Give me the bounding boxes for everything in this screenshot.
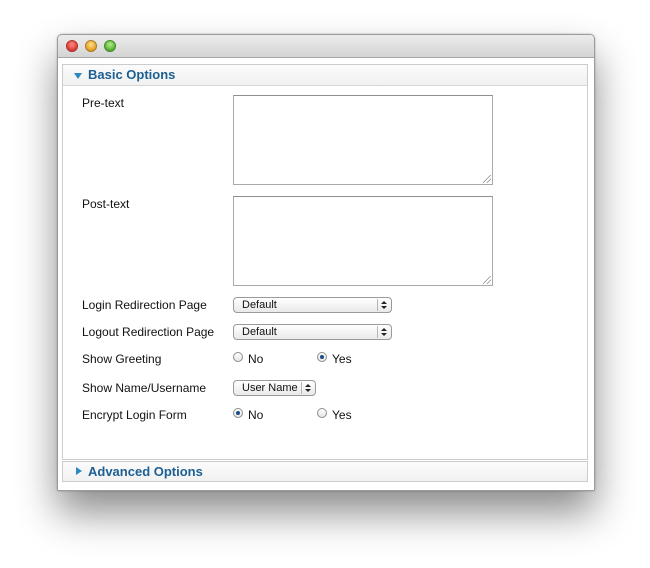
encrypt-login-no-radio[interactable] xyxy=(233,408,243,418)
chevron-up-icon xyxy=(381,301,387,304)
show-greeting-no-label: No xyxy=(248,352,264,366)
show-name-value: User Name xyxy=(242,382,298,394)
show-greeting-yes-radio[interactable] xyxy=(317,352,327,362)
select-divider xyxy=(377,299,378,311)
maximize-icon[interactable] xyxy=(104,40,116,52)
triangle-down-icon xyxy=(74,73,82,79)
login-redirection-label: Login Redirection Page xyxy=(82,298,207,312)
logout-redirection-select[interactable]: Default xyxy=(233,324,392,340)
post-text-label: Post-text xyxy=(82,197,130,211)
advanced-options-header[interactable]: Advanced Options xyxy=(63,462,587,481)
show-name-label: Show Name/Username xyxy=(82,381,207,395)
show-greeting-no-radio[interactable] xyxy=(233,352,243,362)
triangle-right-icon xyxy=(76,467,82,475)
select-divider xyxy=(301,382,302,394)
post-text-textarea[interactable] xyxy=(233,196,493,286)
pre-text-textarea[interactable] xyxy=(233,95,493,185)
chevron-down-icon xyxy=(381,306,387,309)
show-greeting-label: Show Greeting xyxy=(82,352,162,366)
login-redirection-value: Default xyxy=(242,299,277,311)
app-window: Basic Options Pre-text Post-text Login R… xyxy=(57,34,595,491)
content-area: Basic Options Pre-text Post-text Login R… xyxy=(58,58,594,490)
logout-redirection-label: Logout Redirection Page xyxy=(82,325,215,339)
show-greeting-yes-label: Yes xyxy=(332,352,352,366)
login-redirection-select[interactable]: Default xyxy=(233,297,392,313)
basic-options-title: Basic Options xyxy=(88,67,176,82)
radio-dot xyxy=(236,411,240,415)
chevron-down-icon xyxy=(381,333,387,336)
radio-dot xyxy=(320,355,324,359)
resize-grip-icon[interactable] xyxy=(483,276,491,284)
title-bar xyxy=(58,35,594,58)
resize-grip-icon[interactable] xyxy=(483,175,491,183)
chevron-up-icon xyxy=(381,328,387,331)
select-divider xyxy=(377,326,378,338)
encrypt-login-label: Encrypt Login Form xyxy=(82,408,187,422)
encrypt-login-yes-label: Yes xyxy=(332,408,352,422)
advanced-options-title: Advanced Options xyxy=(88,464,203,479)
encrypt-login-yes-radio[interactable] xyxy=(317,408,327,418)
basic-options-panel: Basic Options Pre-text Post-text Login R… xyxy=(62,64,588,460)
chevron-up-icon xyxy=(305,384,311,387)
close-icon[interactable] xyxy=(66,40,78,52)
chevron-down-icon xyxy=(305,389,311,392)
show-name-select[interactable]: User Name xyxy=(233,380,316,396)
encrypt-login-no-label: No xyxy=(248,408,264,422)
advanced-options-panel: Advanced Options xyxy=(62,461,588,482)
minimize-icon[interactable] xyxy=(85,40,97,52)
pre-text-label: Pre-text xyxy=(82,96,125,110)
basic-options-header[interactable]: Basic Options xyxy=(63,65,587,86)
logout-redirection-value: Default xyxy=(242,326,277,338)
